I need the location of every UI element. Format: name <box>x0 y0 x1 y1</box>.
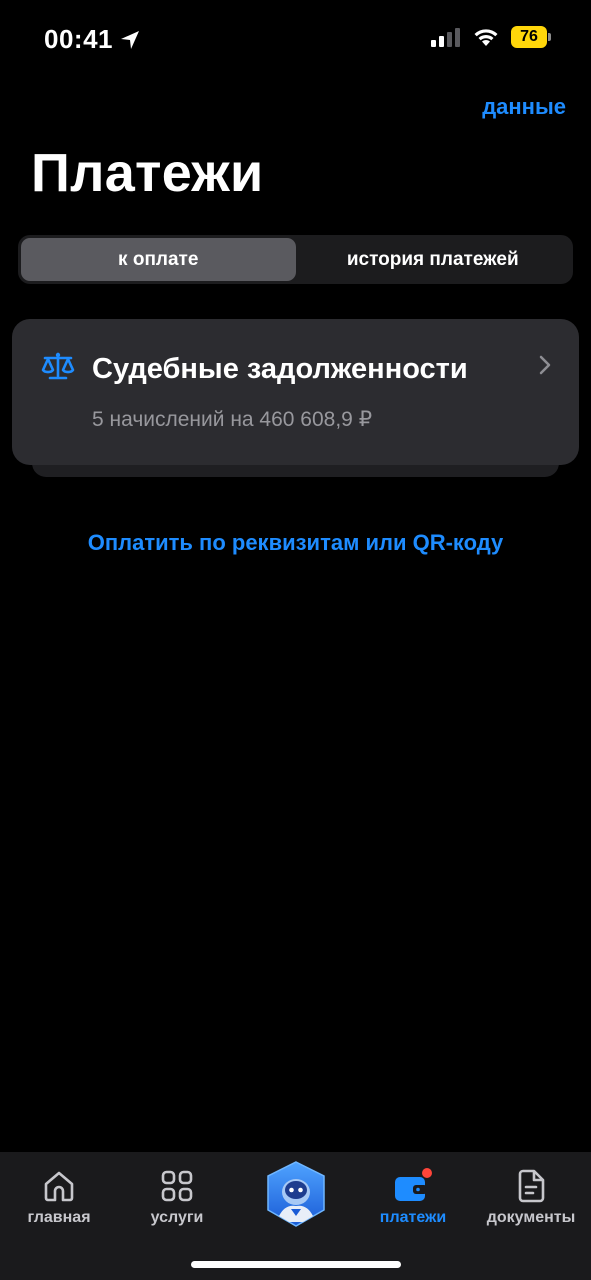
tab-payments[interactable]: платежи <box>368 1152 458 1252</box>
tab-payments-label: платежи <box>379 1209 447 1226</box>
card-title: Судебные задолженности <box>92 353 468 385</box>
tab-home-label: главная <box>27 1209 91 1226</box>
document-icon <box>518 1169 545 1203</box>
wallet-icon <box>395 1168 432 1201</box>
scales-icon <box>41 352 75 380</box>
court-debts-card[interactable]: Судебные задолженности 5 начислений на 4… <box>12 319 579 465</box>
signal-icon <box>431 28 460 47</box>
tab-assistant[interactable] <box>255 1152 337 1252</box>
tab-home[interactable]: главная <box>14 1152 104 1252</box>
tab-documents-label: документы <box>486 1209 576 1226</box>
chevron-right-icon <box>539 355 551 375</box>
status-time-text: 00:41 <box>44 24 113 54</box>
tab-to-pay[interactable]: к оплате <box>21 238 296 281</box>
status-indicators: 76 <box>431 26 551 48</box>
card-subtitle: 5 начислений на 460 608,9 ₽ <box>92 408 373 431</box>
pay-by-requisites-link[interactable]: Оплатить по реквизитам или QR-коду <box>0 530 591 556</box>
tab-payment-history[interactable]: история платежей <box>296 238 571 281</box>
battery-level: 76 <box>511 26 547 48</box>
home-indicator[interactable] <box>191 1261 401 1268</box>
payments-screen: 00:41 76 данные Платежи к оплате история… <box>0 0 591 1280</box>
battery-cap <box>548 33 551 41</box>
wifi-icon <box>474 29 498 46</box>
tab-services[interactable]: услуги <box>132 1152 222 1252</box>
tab-documents[interactable]: документы <box>476 1152 586 1252</box>
payments-segmented-control: к оплате история платежей <box>18 235 573 284</box>
home-icon <box>44 1171 74 1202</box>
assistant-robot-icon <box>267 1161 325 1227</box>
battery-indicator: 76 <box>511 26 551 48</box>
location-arrow-icon <box>121 30 139 49</box>
grid-icon <box>161 1170 193 1202</box>
notification-dot <box>422 1168 432 1178</box>
data-link[interactable]: данные <box>482 94 566 120</box>
page-title: Платежи <box>31 143 264 203</box>
tab-services-label: услуги <box>150 1209 204 1226</box>
status-time: 00:41 <box>44 24 141 55</box>
